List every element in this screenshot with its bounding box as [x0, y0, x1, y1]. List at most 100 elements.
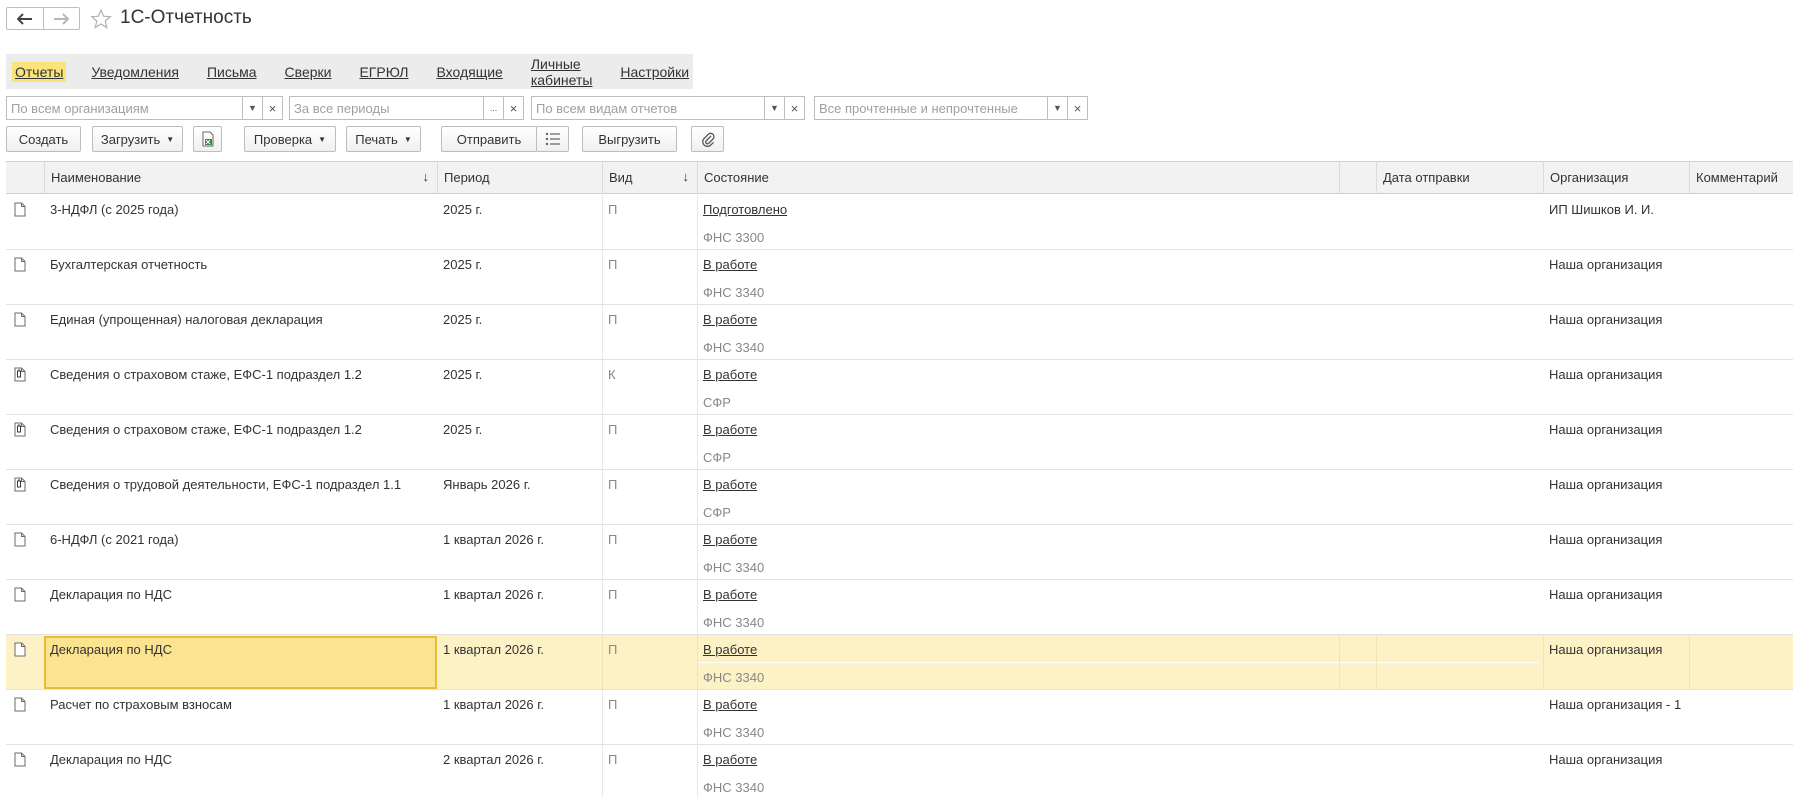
- menu-item-letters[interactable]: Письма: [204, 62, 260, 82]
- report-period[interactable]: 2025 г.: [437, 360, 602, 415]
- report-organization-cell[interactable]: Наша организация: [1543, 635, 1689, 690]
- report-kind[interactable]: П: [602, 745, 697, 797]
- report-sent-date[interactable]: [1376, 250, 1543, 305]
- forward-button[interactable]: [42, 8, 80, 29]
- report-kind[interactable]: П: [602, 305, 697, 360]
- report-comment[interactable]: [1689, 580, 1793, 635]
- upload-button[interactable]: Выгрузить: [582, 126, 677, 152]
- report-period[interactable]: 2 квартал 2026 г.: [437, 745, 602, 797]
- report-comment[interactable]: [1689, 635, 1793, 690]
- table-row[interactable]: 6-НДФЛ (с 2021 года) 1 квартал 2026 г. П В …: [6, 525, 1793, 580]
- report-kind-filter[interactable]: По всем видам отчетов ▼ ×: [531, 96, 805, 120]
- report-state-link[interactable]: В работе: [703, 752, 757, 767]
- report-period[interactable]: 2025 г.: [437, 195, 602, 250]
- report-organization-cell[interactable]: Наша организация: [1543, 305, 1689, 360]
- table-row[interactable]: 3-НДФЛ (с 2025 года) 2025 г. П Подготовлено…: [6, 195, 1793, 250]
- clear-icon[interactable]: ×: [503, 97, 523, 119]
- table-row[interactable]: Декларация по НДС 1 квартал 2026 г. П В раб…: [6, 580, 1793, 635]
- header-icon-column[interactable]: [6, 162, 44, 194]
- report-period[interactable]: 1 квартал 2026 г.: [437, 690, 602, 745]
- clear-icon[interactable]: ×: [262, 97, 282, 119]
- report-name[interactable]: 6-НДФЛ (с 2021 года): [44, 525, 437, 580]
- report-organization-cell[interactable]: Наша организация: [1543, 525, 1689, 580]
- report-sent-date[interactable]: [1376, 195, 1543, 250]
- reports-table[interactable]: Наименование ↓ Период Вид ↓ Состояние Да…: [6, 161, 1793, 797]
- report-comment[interactable]: [1689, 415, 1793, 470]
- table-row[interactable]: Бухгалтерская отчетность 2025 г. П В работе…: [6, 250, 1793, 305]
- header-comment[interactable]: Комментарий: [1689, 162, 1793, 194]
- menu-item-incoming[interactable]: Входящие: [433, 62, 505, 82]
- report-comment[interactable]: [1689, 250, 1793, 305]
- report-organization-cell[interactable]: Наша организация: [1543, 580, 1689, 635]
- report-name[interactable]: Расчет по страховым взносам: [44, 690, 437, 745]
- report-state-link[interactable]: В работе: [703, 697, 757, 712]
- report-comment[interactable]: [1689, 745, 1793, 797]
- print-button[interactable]: Печать ▼: [346, 126, 421, 152]
- header-sent-date[interactable]: Дата отправки: [1376, 162, 1543, 194]
- report-organization-cell[interactable]: Наша организация - 1: [1543, 690, 1689, 745]
- table-row[interactable]: Сведения о страховом стаже, ЕФС-1 подраз…: [6, 415, 1793, 470]
- period-filter-value[interactable]: За все периоды: [290, 97, 483, 119]
- dropdown-arrow-icon[interactable]: ▼: [1047, 97, 1067, 119]
- report-kind[interactable]: П: [602, 580, 697, 635]
- report-state-link[interactable]: В работе: [703, 257, 757, 272]
- table-row[interactable]: Расчет по страховым взносам 1 квартал 202…: [6, 690, 1793, 745]
- organization-filter-value[interactable]: По всем организациям: [7, 97, 242, 119]
- report-state-link[interactable]: В работе: [703, 642, 757, 657]
- report-name[interactable]: Декларация по НДС: [44, 580, 437, 635]
- menu-item-personal-accounts[interactable]: Личные кабинеты: [528, 54, 596, 90]
- report-name[interactable]: Декларация по НДС: [44, 635, 437, 690]
- header-state[interactable]: Состояние: [697, 162, 1339, 194]
- report-period[interactable]: 2025 г.: [437, 250, 602, 305]
- report-comment[interactable]: [1689, 690, 1793, 745]
- report-organization-cell[interactable]: Наша организация: [1543, 250, 1689, 305]
- clear-icon[interactable]: ×: [1067, 97, 1087, 119]
- attachments-button[interactable]: [691, 126, 724, 152]
- table-row[interactable]: Сведения о трудовой деятельности, ЕФС-1 …: [6, 470, 1793, 525]
- menu-item-reconciliations[interactable]: Сверки: [282, 62, 335, 82]
- report-period[interactable]: 2025 г.: [437, 415, 602, 470]
- report-name[interactable]: Декларация по НДС: [44, 745, 437, 797]
- report-kind[interactable]: П: [602, 635, 697, 690]
- organization-filter[interactable]: По всем организациям ▼ ×: [6, 96, 283, 120]
- menu-item-notifications[interactable]: Уведомления: [88, 62, 182, 82]
- report-kind[interactable]: П: [602, 250, 697, 305]
- table-row[interactable]: Единая (упрощенная) налоговая декларация…: [6, 305, 1793, 360]
- menu-item-reports[interactable]: Отчеты: [12, 61, 67, 82]
- report-period[interactable]: 1 квартал 2026 г.: [437, 580, 602, 635]
- report-comment[interactable]: [1689, 195, 1793, 250]
- load-button[interactable]: Загрузить ▼: [92, 126, 183, 152]
- send-button[interactable]: Отправить: [441, 126, 537, 152]
- report-sent-date[interactable]: [1376, 470, 1543, 525]
- report-comment[interactable]: [1689, 470, 1793, 525]
- report-kind[interactable]: П: [602, 470, 697, 525]
- create-button[interactable]: Создать: [6, 126, 81, 152]
- back-button[interactable]: [7, 8, 43, 29]
- report-state-link[interactable]: В работе: [703, 312, 757, 327]
- report-comment[interactable]: [1689, 525, 1793, 580]
- report-organization-cell[interactable]: ИП Шишков И. И.: [1543, 195, 1689, 250]
- report-period[interactable]: 1 квартал 2026 г.: [437, 525, 602, 580]
- menu-item-egrul[interactable]: ЕГРЮЛ: [356, 62, 411, 82]
- report-kind[interactable]: П: [602, 415, 697, 470]
- report-name[interactable]: 3-НДФЛ (с 2025 года): [44, 195, 437, 250]
- report-state-link[interactable]: В работе: [703, 587, 757, 602]
- report-sent-date[interactable]: [1376, 690, 1543, 745]
- report-sent-date[interactable]: [1376, 745, 1543, 797]
- report-sent-date[interactable]: [1376, 360, 1543, 415]
- report-comment[interactable]: [1689, 360, 1793, 415]
- load-from-file-button[interactable]: [193, 126, 222, 152]
- check-button[interactable]: Проверка ▼: [244, 126, 336, 152]
- table-row[interactable]: Декларация по НДС 2 квартал 2026 г. П В раб…: [6, 745, 1793, 797]
- report-name[interactable]: Единая (упрощенная) налоговая декларация: [44, 305, 437, 360]
- report-kind[interactable]: К: [602, 360, 697, 415]
- report-organization-cell[interactable]: Наша организация: [1543, 415, 1689, 470]
- report-comment[interactable]: [1689, 305, 1793, 360]
- report-sent-date[interactable]: [1376, 635, 1543, 690]
- report-period[interactable]: Январь 2026 г.: [437, 470, 602, 525]
- report-kind-filter-value[interactable]: По всем видам отчетов: [532, 97, 764, 119]
- header-kind[interactable]: Вид ↓: [602, 162, 697, 194]
- report-organization-cell[interactable]: Наша организация: [1543, 360, 1689, 415]
- read-state-filter-value[interactable]: Все прочтенные и непрочтенные: [815, 97, 1047, 119]
- dropdown-arrow-icon[interactable]: ▼: [242, 97, 262, 119]
